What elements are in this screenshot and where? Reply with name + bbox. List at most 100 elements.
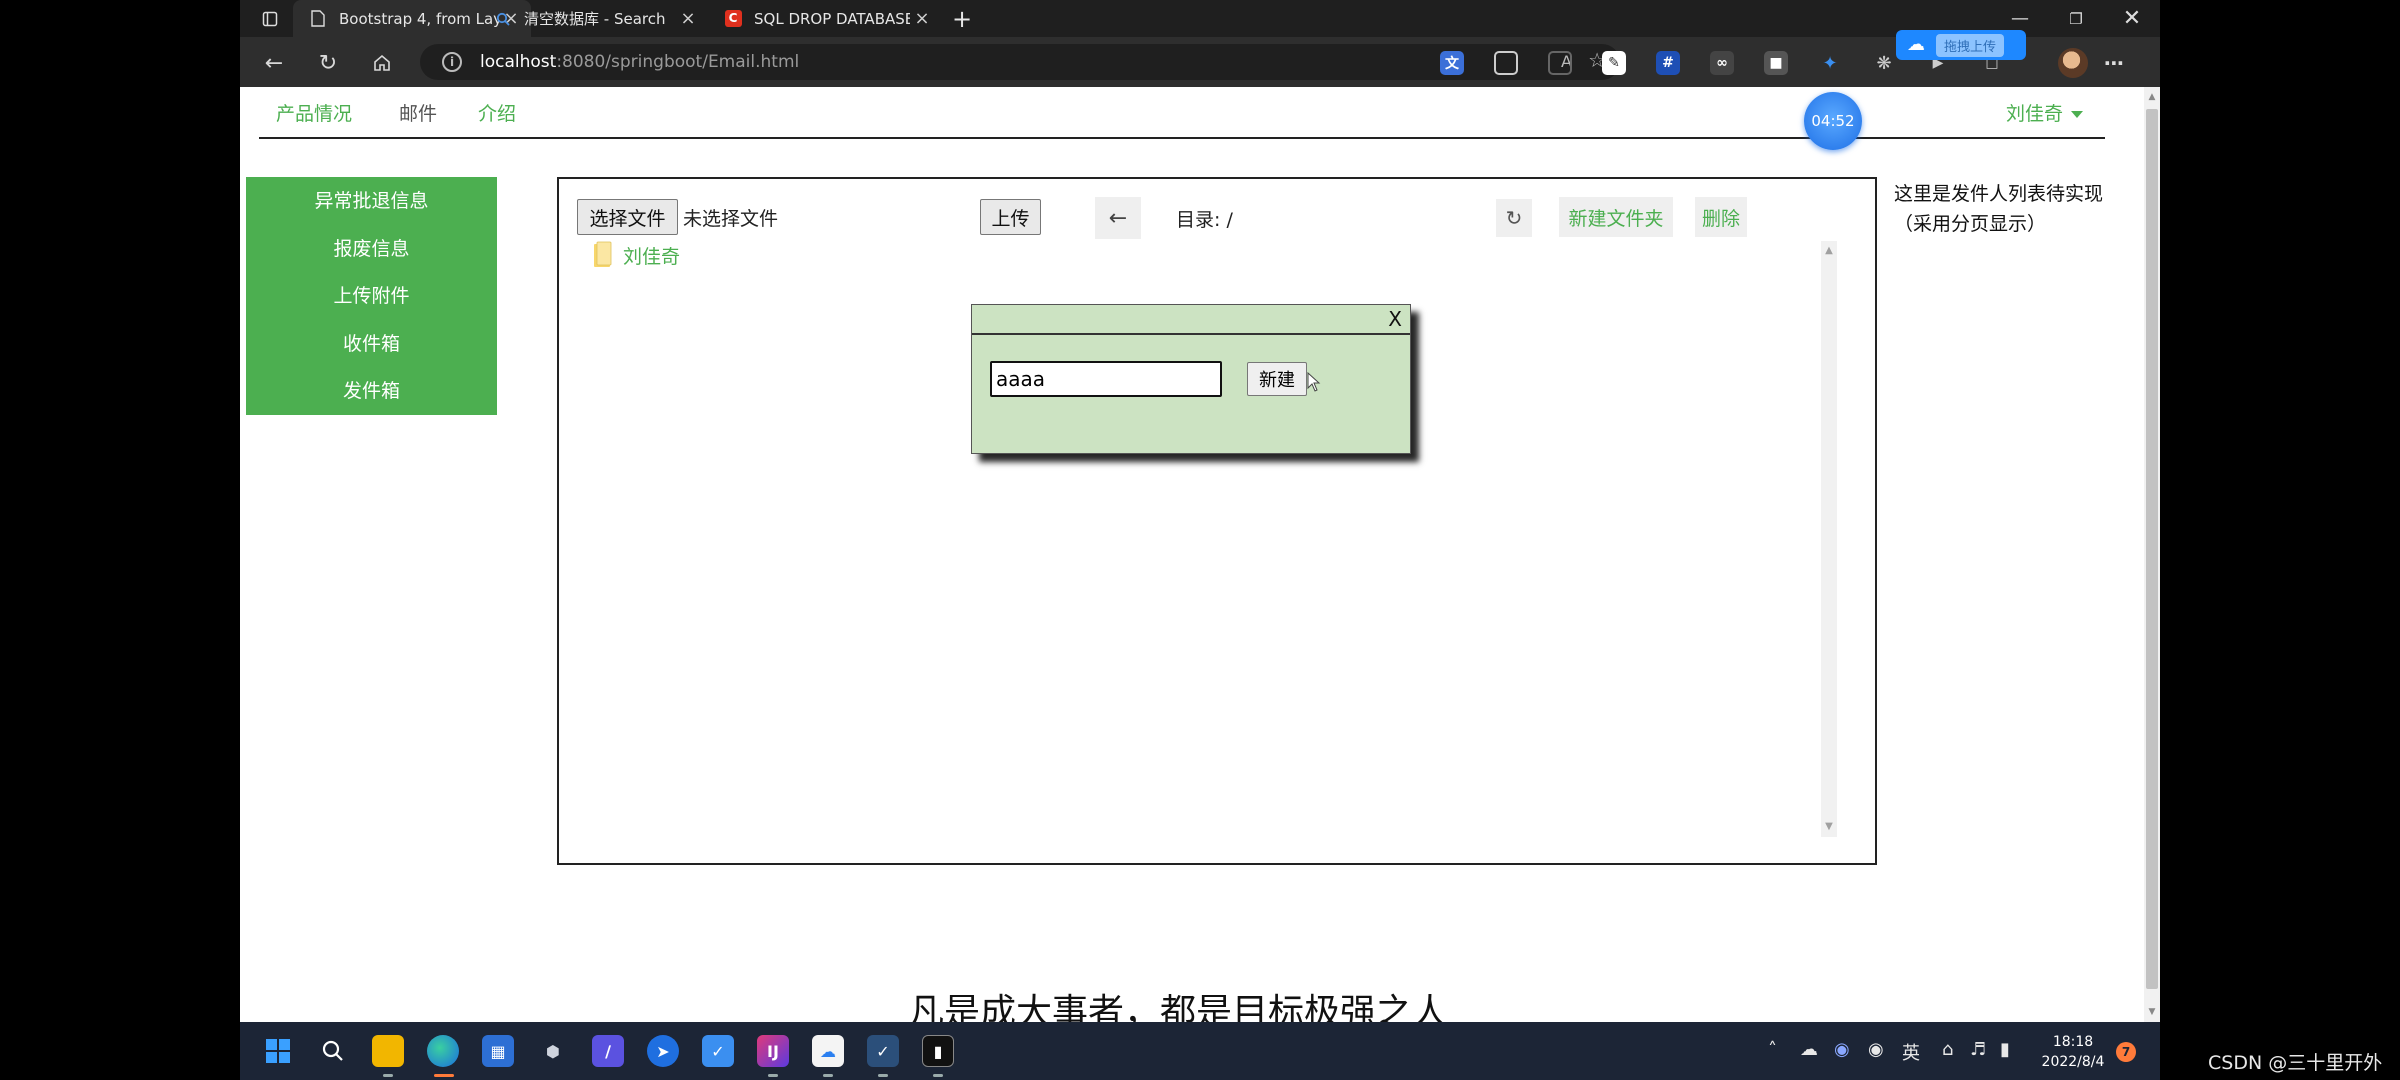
csdn-icon: C	[722, 8, 744, 30]
drag-upload-badge[interactable]: ☁ 拖拽上传	[1896, 30, 2026, 60]
sidebar-item-scrap[interactable]: 报废信息	[246, 234, 497, 282]
more-icon[interactable]: ⋯	[2102, 51, 2126, 75]
nav-item-products[interactable]: 产品情况	[276, 99, 352, 126]
page-content: 产品情况 邮件 介绍 刘佳奇 04:52 异常批退信息 报废信息 上传附件 收件…	[240, 87, 2144, 1033]
close-dialog-button[interactable]: X	[1388, 307, 1402, 331]
delete-button[interactable]: 删除	[1695, 197, 1747, 237]
home-icon[interactable]	[364, 45, 400, 81]
search-icon[interactable]	[317, 1035, 349, 1067]
battery-icon[interactable]: ▮	[2000, 1039, 2010, 1060]
taskbar: ▦ ⬢ ∕ ➤ ✓ IJ ☁ ✓ ▮ ˄ ☁ ◉ ◉ 英 ⌂ ♬ ▮ 18:18…	[240, 1022, 2160, 1080]
input-language[interactable]: 英	[1902, 1039, 1920, 1065]
tab-title: SQL DROP DATABASE：删除数据	[754, 10, 910, 28]
folder-name-input[interactable]	[990, 361, 1222, 397]
tab-actions-button[interactable]	[248, 0, 284, 37]
volume-icon[interactable]: ♬	[1970, 1039, 1986, 1060]
glasses-icon[interactable]: ∞	[1710, 51, 1734, 75]
back-arrow-icon[interactable]: ←	[1095, 197, 1141, 239]
tab-strip: Bootstrap 4, from LayoutIt! × 清空数据库 - Se…	[240, 0, 2160, 37]
file-list-scrollbar[interactable]: ▲ ▼	[1821, 241, 1837, 837]
close-icon[interactable]: ×	[676, 8, 700, 29]
note-icon[interactable]: ✎	[1602, 51, 1626, 75]
info-icon[interactable]: i	[442, 52, 462, 72]
cube-icon[interactable]: ⬢	[537, 1035, 569, 1067]
new-tab-button[interactable]: +	[942, 0, 982, 37]
page-icon	[307, 8, 329, 30]
folder-icon	[594, 241, 612, 267]
tab-csdn[interactable]: C SQL DROP DATABASE：删除数据 ×	[708, 0, 942, 37]
search-icon	[492, 8, 514, 30]
tab-actions-icon	[262, 8, 278, 30]
sidebar-item-outbox[interactable]: 发件箱	[246, 376, 497, 424]
timer-badge[interactable]: 04:52	[1804, 92, 1862, 150]
sql-tool-icon[interactable]: ✓	[867, 1035, 899, 1067]
scroll-thumb[interactable]	[2146, 109, 2158, 989]
user-name: 刘佳奇	[2005, 103, 2063, 125]
extension-icon[interactable]: ■	[1764, 51, 1788, 75]
refresh-icon[interactable]: ↻	[1496, 199, 1532, 237]
url-path: :8080/springboot/Email.html	[556, 52, 800, 72]
file-manager-panel: 选择文件 未选择文件 上传 ← 目录: / ↻ 新建文件夹 删除 刘佳奇 ▲ ▼	[557, 177, 1877, 865]
microphone-icon[interactable]: ◉	[1868, 1039, 1884, 1060]
page-scrollbar[interactable]: ▲ ▼	[2144, 87, 2160, 1022]
collections-icon[interactable]	[1548, 51, 1572, 75]
choose-file-button[interactable]: 选择文件	[577, 199, 678, 235]
new-folder-dialog: X 新建	[971, 304, 1411, 454]
reload-icon[interactable]: ↻	[310, 45, 346, 81]
intellij-icon[interactable]: IJ	[757, 1035, 789, 1067]
tab-search[interactable]: 清空数据库 - Search ×	[478, 0, 708, 37]
clock-time: 18:18	[2052, 1034, 2094, 1050]
restore-icon[interactable]: ❐	[2048, 0, 2104, 37]
app-tray-icon[interactable]: ◉	[1834, 1039, 1850, 1060]
directory-label: 目录: /	[1176, 209, 1233, 231]
feather-icon[interactable]: ➤	[647, 1035, 679, 1067]
avatar[interactable]	[2058, 48, 2088, 78]
new-folder-button[interactable]: 新建文件夹	[1559, 197, 1673, 237]
watermark: CSDN @三十里开外	[2208, 1052, 2383, 1074]
scroll-up-icon[interactable]: ▲	[1821, 243, 1837, 259]
sender-list-placeholder: 这里是发件人列表待实现（采用分页显示）	[1894, 183, 2104, 235]
sidebar-item-upload[interactable]: 上传附件	[246, 281, 497, 329]
windows-start-icon[interactable]	[262, 1035, 294, 1067]
nav-item-about[interactable]: 介绍	[478, 99, 516, 126]
drag-upload-label: 拖拽上传	[1936, 33, 2005, 57]
pen-icon[interactable]: ✦	[1818, 51, 1842, 75]
file-explorer-icon[interactable]	[372, 1035, 404, 1067]
sidebar-item-inbox[interactable]: 收件箱	[246, 329, 497, 377]
scroll-down-icon[interactable]: ▼	[2144, 1004, 2160, 1020]
chevron-up-icon[interactable]: ˄	[1768, 1039, 1777, 1060]
terminal-icon[interactable]: ▮	[922, 1035, 954, 1067]
onedrive-icon[interactable]: ☁	[1800, 1039, 1818, 1060]
upload-button[interactable]: 上传	[980, 199, 1041, 235]
scroll-up-icon[interactable]: ▲	[2144, 89, 2160, 105]
clock[interactable]: 18:18 2022/8/4	[2038, 1032, 2108, 1072]
close-icon[interactable]: ×	[910, 8, 934, 29]
store-icon[interactable]: ▦	[482, 1035, 514, 1067]
tab-title: Bootstrap 4, from LayoutIt!	[339, 9, 499, 28]
create-button[interactable]: 新建	[1247, 362, 1307, 396]
cloud-icon: ☁	[1907, 34, 1925, 55]
extension-icon[interactable]	[1494, 51, 1518, 75]
back-icon[interactable]: ←	[256, 45, 292, 81]
hash-icon[interactable]: #	[1656, 51, 1680, 75]
baidu-netdisk-icon[interactable]: ☁	[812, 1035, 844, 1067]
wifi-icon[interactable]: ⌂	[1942, 1039, 1953, 1060]
chevron-down-icon	[2071, 111, 2083, 118]
nav-item-mail[interactable]: 邮件	[399, 99, 437, 126]
scroll-down-icon[interactable]: ▼	[1821, 819, 1837, 835]
sidebar-item-rejects[interactable]: 异常批退信息	[246, 186, 497, 234]
translate-icon[interactable]: 文	[1440, 51, 1464, 75]
bird-icon[interactable]: ✓	[702, 1035, 734, 1067]
folder-name: 刘佳奇	[623, 245, 681, 268]
close-window-icon[interactable]: ✕	[2104, 0, 2160, 37]
browser-window: Bootstrap 4, from LayoutIt! × 清空数据库 - Se…	[240, 0, 2160, 1080]
notification-badge[interactable]: 7	[2116, 1042, 2136, 1062]
tab-title: 清空数据库 - Search	[524, 10, 666, 28]
user-menu[interactable]: 刘佳奇	[2006, 99, 2083, 126]
edge-icon[interactable]	[427, 1035, 459, 1067]
browser-toolbar: ← ↻ i localhost :8080/springboot/Email.h…	[240, 37, 2160, 87]
clock-date: 2022/8/4	[2041, 1054, 2105, 1070]
app-icon[interactable]: ∕	[592, 1035, 624, 1067]
puzzle-icon[interactable]: ❋	[1872, 51, 1896, 75]
list-item[interactable]: 刘佳奇	[593, 241, 680, 269]
